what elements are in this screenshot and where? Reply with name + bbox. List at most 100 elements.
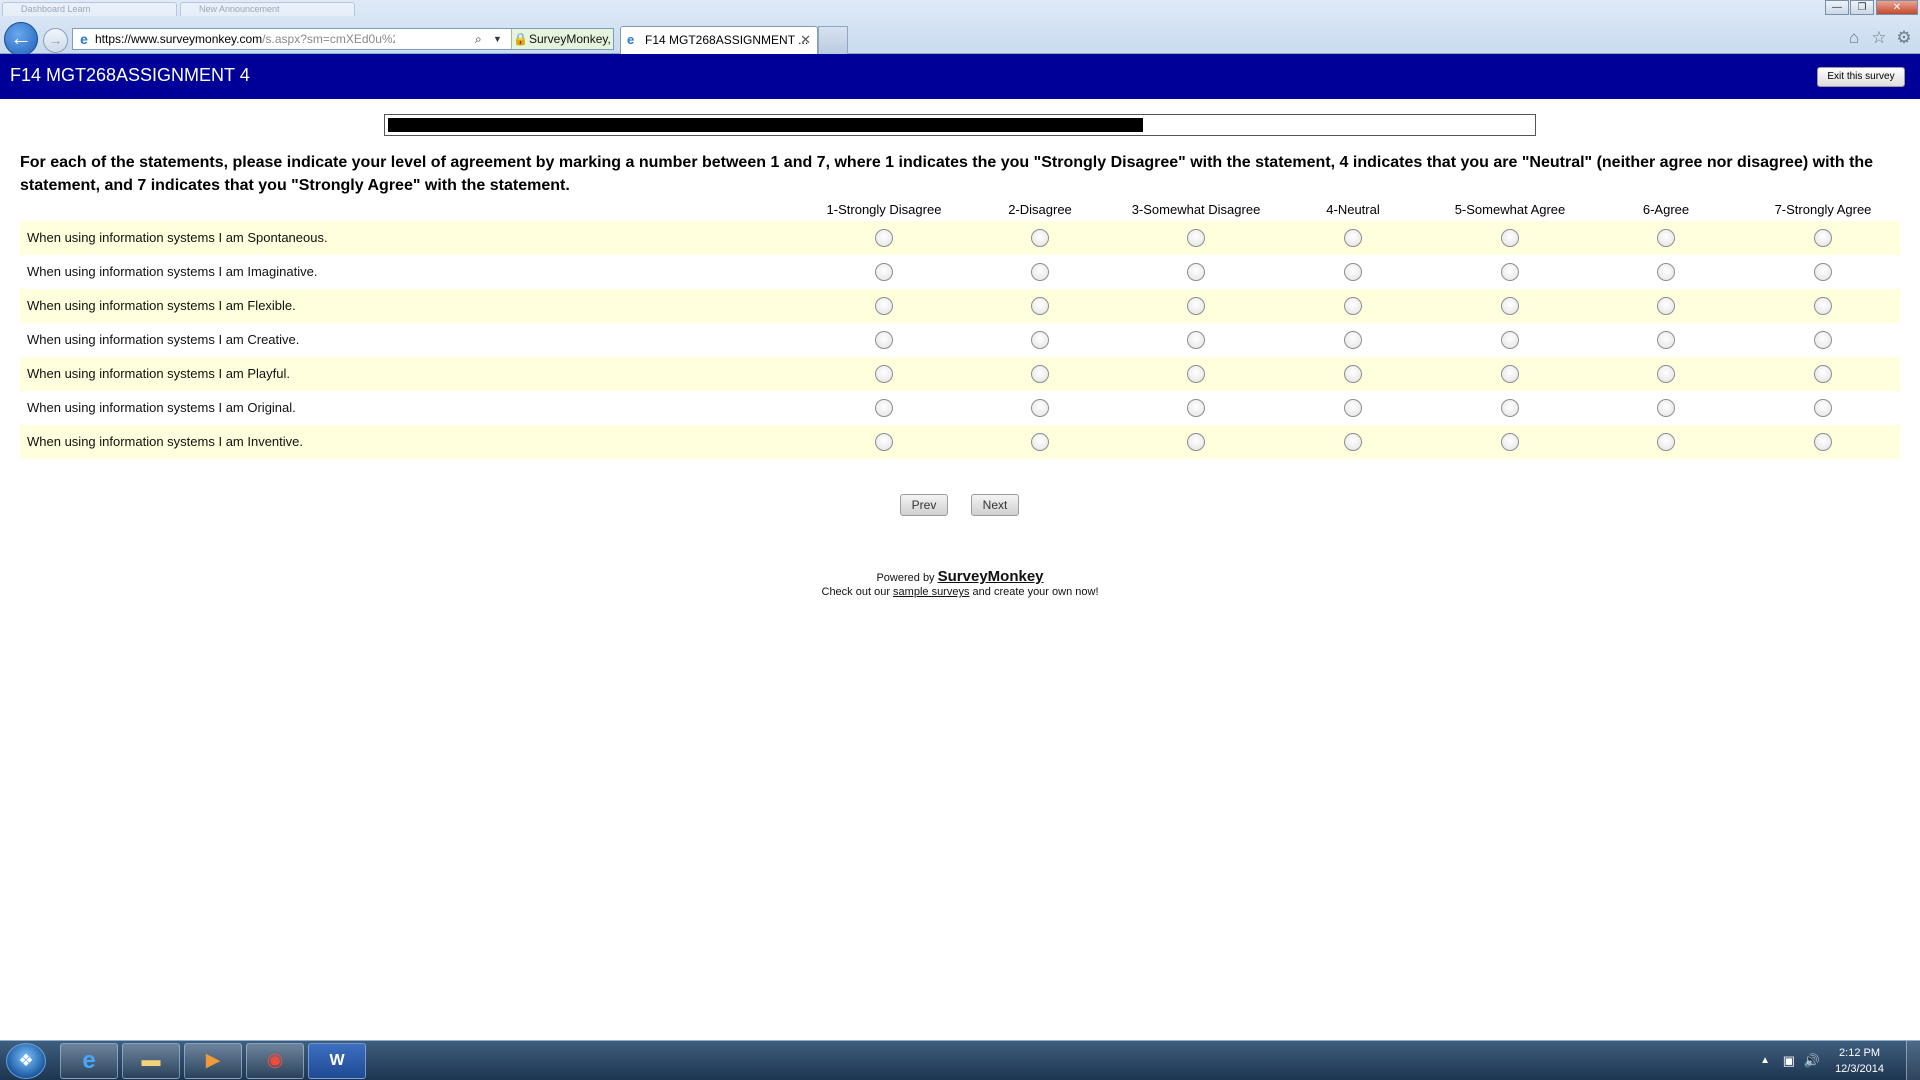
- sample-surveys-link[interactable]: sample surveys: [893, 586, 969, 598]
- next-button[interactable]: Next: [971, 494, 1019, 516]
- statement-label: When using information systems I am Orig…: [27, 400, 296, 415]
- rating-radio[interactable]: [1501, 433, 1519, 451]
- rating-radio[interactable]: [1501, 297, 1519, 315]
- rating-radio[interactable]: [1657, 229, 1675, 247]
- file-explorer-icon[interactable]: ▬: [122, 1043, 180, 1079]
- rating-radio[interactable]: [875, 365, 893, 383]
- rating-radio[interactable]: [1344, 365, 1362, 383]
- rating-radio[interactable]: [875, 433, 893, 451]
- rating-radio[interactable]: [1344, 399, 1362, 417]
- search-icon[interactable]: ⌕: [475, 29, 482, 49]
- favorites-star-icon[interactable]: ☆: [1868, 27, 1890, 49]
- forward-arrow-icon[interactable]: →: [43, 28, 68, 53]
- taskbar: ❖ e ▬ ▶ ◉ W ▲ ▣ 🔊 2:12 PM 12/3/2014: [0, 1040, 1920, 1080]
- rating-radio[interactable]: [1031, 331, 1049, 349]
- rating-radio[interactable]: [1814, 433, 1832, 451]
- rating-radio[interactable]: [1501, 229, 1519, 247]
- network-icon[interactable]: ▣: [1783, 1041, 1795, 1080]
- clock-time: 2:12 PM: [1839, 1047, 1881, 1059]
- matrix-row: When using information systems I am Play…: [20, 357, 1900, 391]
- statement-label: When using information systems I am Flex…: [27, 298, 296, 313]
- new-tab-button[interactable]: [818, 26, 848, 54]
- statement-label: When using information systems I am Play…: [27, 366, 290, 381]
- rating-radio[interactable]: [875, 331, 893, 349]
- rating-radio[interactable]: [1187, 297, 1205, 315]
- certificate-label[interactable]: SurveyMonkey, Inc [...: [529, 29, 613, 49]
- maximize-window-button[interactable]: ❐: [1850, 0, 1874, 15]
- minimize-window-button[interactable]: —: [1825, 0, 1849, 15]
- rating-radio[interactable]: [1814, 229, 1832, 247]
- rating-radio[interactable]: [1814, 331, 1832, 349]
- rating-radio[interactable]: [1344, 229, 1362, 247]
- rating-radio[interactable]: [1814, 365, 1832, 383]
- rating-radio[interactable]: [1344, 263, 1362, 281]
- rating-radio[interactable]: [875, 229, 893, 247]
- dropdown-arrow-icon[interactable]: ▼: [493, 29, 502, 49]
- progress-fill: [388, 118, 1144, 132]
- page-ie-icon: e: [80, 31, 88, 47]
- column-header: 4-Neutral: [1326, 202, 1380, 217]
- word-icon[interactable]: W: [308, 1043, 366, 1079]
- show-hidden-icons-icon[interactable]: ▲: [1760, 1041, 1770, 1080]
- surveymonkey-logo-link[interactable]: SurveyMonkey: [938, 568, 1044, 585]
- rating-radio[interactable]: [875, 263, 893, 281]
- tab-title: F14 MGT268ASSIGNMENT ...: [645, 33, 809, 47]
- clock-date: 12/3/2014: [1835, 1063, 1884, 1075]
- show-desktop-button[interactable]: [1906, 1041, 1920, 1080]
- rating-radio[interactable]: [1657, 297, 1675, 315]
- exit-survey-button[interactable]: Exit this survey: [1817, 67, 1905, 87]
- internet-explorer-icon[interactable]: e: [60, 1043, 118, 1079]
- home-icon[interactable]: ⌂: [1843, 27, 1865, 49]
- back-arrow-icon[interactable]: ←: [4, 22, 38, 56]
- close-tab-icon[interactable]: ✕: [800, 27, 811, 53]
- rating-radio[interactable]: [1187, 399, 1205, 417]
- rating-radio[interactable]: [1657, 399, 1675, 417]
- rating-radio[interactable]: [1187, 365, 1205, 383]
- prev-button[interactable]: Prev: [900, 494, 948, 516]
- matrix-row: When using information systems I am Orig…: [20, 391, 1900, 425]
- rating-radio[interactable]: [875, 399, 893, 417]
- column-header: 5-Somewhat Agree: [1454, 202, 1566, 217]
- rating-radio[interactable]: [1814, 263, 1832, 281]
- rating-radio[interactable]: [1501, 263, 1519, 281]
- close-window-button[interactable]: ✕: [1876, 0, 1918, 15]
- rating-radio[interactable]: [1031, 263, 1049, 281]
- footer: Powered by SurveyMonkey Check out our sa…: [0, 568, 1920, 598]
- rating-radio[interactable]: [1344, 297, 1362, 315]
- background-tab[interactable]: Dashboard Learn: [2, 2, 177, 16]
- rating-radio[interactable]: [1657, 365, 1675, 383]
- lock-icon[interactable]: 🔒: [513, 29, 528, 49]
- rating-radio[interactable]: [1501, 399, 1519, 417]
- rating-radio[interactable]: [1814, 297, 1832, 315]
- address-bar[interactable]: e https://www.surveymonkey.com/s.aspx?sm…: [72, 28, 614, 50]
- clock[interactable]: 2:12 PM 12/3/2014: [1835, 1045, 1884, 1077]
- column-header: 3-Somewhat Disagree: [1131, 202, 1261, 217]
- rating-radio[interactable]: [1187, 229, 1205, 247]
- media-player-icon[interactable]: ▶: [184, 1043, 242, 1079]
- rating-radio[interactable]: [1657, 331, 1675, 349]
- settings-gear-icon[interactable]: ⚙: [1893, 27, 1915, 49]
- rating-radio[interactable]: [1187, 263, 1205, 281]
- rating-radio[interactable]: [1501, 331, 1519, 349]
- rating-radio[interactable]: [1657, 263, 1675, 281]
- rating-radio[interactable]: [1814, 399, 1832, 417]
- rating-radio[interactable]: [1031, 365, 1049, 383]
- rating-radio[interactable]: [1344, 433, 1362, 451]
- rating-radio[interactable]: [1657, 433, 1675, 451]
- rating-radio[interactable]: [1187, 331, 1205, 349]
- active-tab[interactable]: e F14 MGT268ASSIGNMENT ... ✕: [620, 26, 818, 54]
- rating-radio[interactable]: [1031, 433, 1049, 451]
- matrix-row: When using information systems I am Crea…: [20, 323, 1900, 357]
- rating-radio[interactable]: [1501, 365, 1519, 383]
- browser-chrome: Dashboard Learn New Announcement — ❐ ✕ ←…: [0, 0, 1920, 56]
- rating-radio[interactable]: [1031, 297, 1049, 315]
- rating-radio[interactable]: [1344, 331, 1362, 349]
- rating-radio[interactable]: [1031, 399, 1049, 417]
- background-tab[interactable]: New Announcement: [180, 2, 355, 16]
- rating-radio[interactable]: [1187, 433, 1205, 451]
- windows-start-icon[interactable]: ❖: [6, 1043, 46, 1079]
- volume-icon[interactable]: 🔊: [1804, 1041, 1820, 1080]
- rating-radio[interactable]: [875, 297, 893, 315]
- rating-radio[interactable]: [1031, 229, 1049, 247]
- chrome-icon[interactable]: ◉: [246, 1043, 304, 1079]
